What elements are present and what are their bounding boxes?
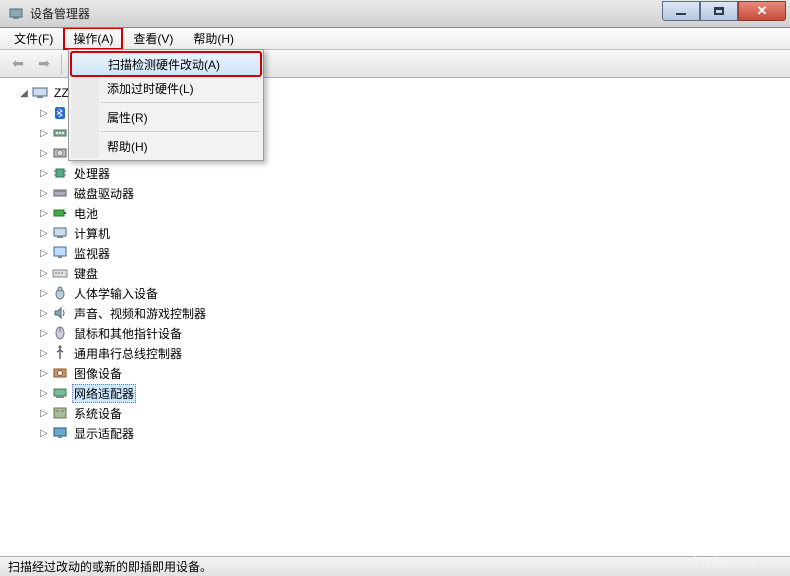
dropdown-properties[interactable]: 属性(R) bbox=[71, 105, 261, 129]
mouse-icon bbox=[52, 325, 68, 341]
tree-node[interactable]: ▷ 鼠标和其他指针设备 bbox=[36, 323, 788, 343]
expander-icon[interactable]: ▷ bbox=[38, 247, 50, 259]
tree-node[interactable]: ▷ 系统设备 bbox=[36, 403, 788, 423]
expander-icon[interactable]: ▷ bbox=[38, 407, 50, 419]
tree-node[interactable]: ▷ 人体学输入设备 bbox=[36, 283, 788, 303]
close-button[interactable]: ✕ bbox=[738, 1, 786, 21]
dropdown-item-label: 属性(R) bbox=[107, 109, 148, 126]
tree-node[interactable]: ▷ 处理器 bbox=[36, 163, 788, 183]
tree-node[interactable]: ▷ 显示适配器 bbox=[36, 423, 788, 443]
forward-button[interactable]: ➡ bbox=[32, 53, 56, 75]
tree-node[interactable]: ▷ 通用串行总线控制器 bbox=[36, 343, 788, 363]
expander-icon[interactable]: ▷ bbox=[38, 187, 50, 199]
tree-node[interactable]: ▷ 电池 bbox=[36, 203, 788, 223]
tree-node[interactable]: ▷ 声音、视频和游戏控制器 bbox=[36, 303, 788, 323]
tree-node-label: 鼠标和其他指针设备 bbox=[72, 324, 184, 343]
action-dropdown: 扫描检测硬件改动(A) 添加过时硬件(L) 属性(R) 帮助(H) bbox=[68, 49, 264, 161]
dropdown-separator bbox=[101, 102, 259, 103]
bluetooth-icon bbox=[52, 105, 68, 121]
hid-icon bbox=[52, 285, 68, 301]
keyboard-icon bbox=[52, 265, 68, 281]
dropdown-item-label: 帮助(H) bbox=[107, 138, 148, 155]
window-controls: ✕ bbox=[662, 1, 786, 21]
expander-icon[interactable]: ▷ bbox=[38, 387, 50, 399]
toolbar-separator bbox=[61, 54, 62, 74]
system-icon bbox=[52, 405, 68, 421]
menubar: 文件(F) 操作(A) 查看(V) 帮助(H) bbox=[0, 28, 790, 50]
app-icon bbox=[8, 6, 24, 22]
tree-node-label: 键盘 bbox=[72, 264, 100, 283]
tree-node-label: 计算机 bbox=[72, 224, 112, 243]
computer-icon bbox=[52, 225, 68, 241]
network-icon bbox=[52, 385, 68, 401]
dropdown-help[interactable]: 帮助(H) bbox=[71, 134, 261, 158]
disk-icon bbox=[52, 145, 68, 161]
expander-icon[interactable]: ▷ bbox=[38, 327, 50, 339]
maximize-button[interactable] bbox=[700, 1, 738, 21]
imaging-icon bbox=[52, 365, 68, 381]
dropdown-item-label: 扫描检测硬件改动(A) bbox=[108, 56, 220, 73]
statusbar: 扫描经过改动的或新的即插即用设备。 bbox=[0, 556, 790, 576]
tree-node-label: 显示适配器 bbox=[72, 424, 136, 443]
expander-icon[interactable]: ▷ bbox=[38, 267, 50, 279]
port-icon bbox=[52, 125, 68, 141]
tree-node-label: 图像设备 bbox=[72, 364, 124, 383]
expander-icon[interactable]: ▷ bbox=[38, 167, 50, 179]
battery-icon bbox=[52, 205, 68, 221]
menu-file[interactable]: 文件(F) bbox=[4, 27, 63, 50]
status-text: 扫描经过改动的或新的即插即用设备。 bbox=[8, 558, 212, 575]
computer-icon bbox=[32, 85, 48, 101]
expander-icon[interactable]: ▷ bbox=[38, 347, 50, 359]
tree-node-label: 声音、视频和游戏控制器 bbox=[72, 304, 208, 323]
expander-icon[interactable]: ▷ bbox=[38, 207, 50, 219]
monitor-icon bbox=[52, 245, 68, 261]
dropdown-add-legacy[interactable]: 添加过时硬件(L) bbox=[71, 76, 261, 100]
expander-icon[interactable]: ▷ bbox=[38, 367, 50, 379]
tree-node-label: 人体学输入设备 bbox=[72, 284, 160, 303]
tree-node-label: 处理器 bbox=[72, 164, 112, 183]
tree-node[interactable]: ▷ 键盘 bbox=[36, 263, 788, 283]
tree-node-label: 系统设备 bbox=[72, 404, 124, 423]
expander-icon[interactable]: ▷ bbox=[38, 127, 50, 139]
tree-node[interactable]: ▷ 计算机 bbox=[36, 223, 788, 243]
arrow-right-icon: ➡ bbox=[38, 55, 50, 72]
back-button[interactable]: ⬅ bbox=[6, 53, 30, 75]
dropdown-separator bbox=[101, 131, 259, 132]
tree-node-label: 电池 bbox=[72, 204, 100, 223]
display-icon bbox=[52, 425, 68, 441]
tree-node[interactable]: ▷ 磁盘驱动器 bbox=[36, 183, 788, 203]
sound-icon bbox=[52, 305, 68, 321]
expander-icon[interactable]: ▷ bbox=[38, 427, 50, 439]
disk-drive-icon bbox=[52, 185, 68, 201]
menu-view[interactable]: 查看(V) bbox=[123, 27, 183, 50]
menu-action[interactable]: 操作(A) bbox=[63, 27, 123, 50]
expander-icon[interactable]: ▷ bbox=[38, 147, 50, 159]
titlebar: 设备管理器 ✕ bbox=[0, 0, 790, 28]
expander-icon[interactable]: ▷ bbox=[38, 307, 50, 319]
expander-icon[interactable]: ▷ bbox=[38, 227, 50, 239]
dropdown-scan-hardware[interactable]: 扫描检测硬件改动(A) bbox=[71, 52, 261, 76]
minimize-button[interactable] bbox=[662, 1, 700, 21]
expander-icon[interactable]: ▷ bbox=[38, 107, 50, 119]
tree-node-label: 通用串行总线控制器 bbox=[72, 344, 184, 363]
tree-node-label: 网络适配器 bbox=[72, 384, 136, 403]
tree-node-label: 监视器 bbox=[72, 244, 112, 263]
tree-node-label: 磁盘驱动器 bbox=[72, 184, 136, 203]
expander-icon[interactable]: ▷ bbox=[38, 287, 50, 299]
tree-node[interactable]: ▷ 网络适配器 bbox=[36, 383, 788, 403]
tree-node[interactable]: ▷ 监视器 bbox=[36, 243, 788, 263]
expander-icon[interactable]: ◢ bbox=[18, 87, 30, 99]
usb-icon bbox=[52, 345, 68, 361]
menu-help[interactable]: 帮助(H) bbox=[183, 27, 244, 50]
dropdown-item-label: 添加过时硬件(L) bbox=[107, 80, 194, 97]
arrow-left-icon: ⬅ bbox=[12, 55, 24, 72]
tree-node[interactable]: ▷ 图像设备 bbox=[36, 363, 788, 383]
cpu-icon bbox=[52, 165, 68, 181]
